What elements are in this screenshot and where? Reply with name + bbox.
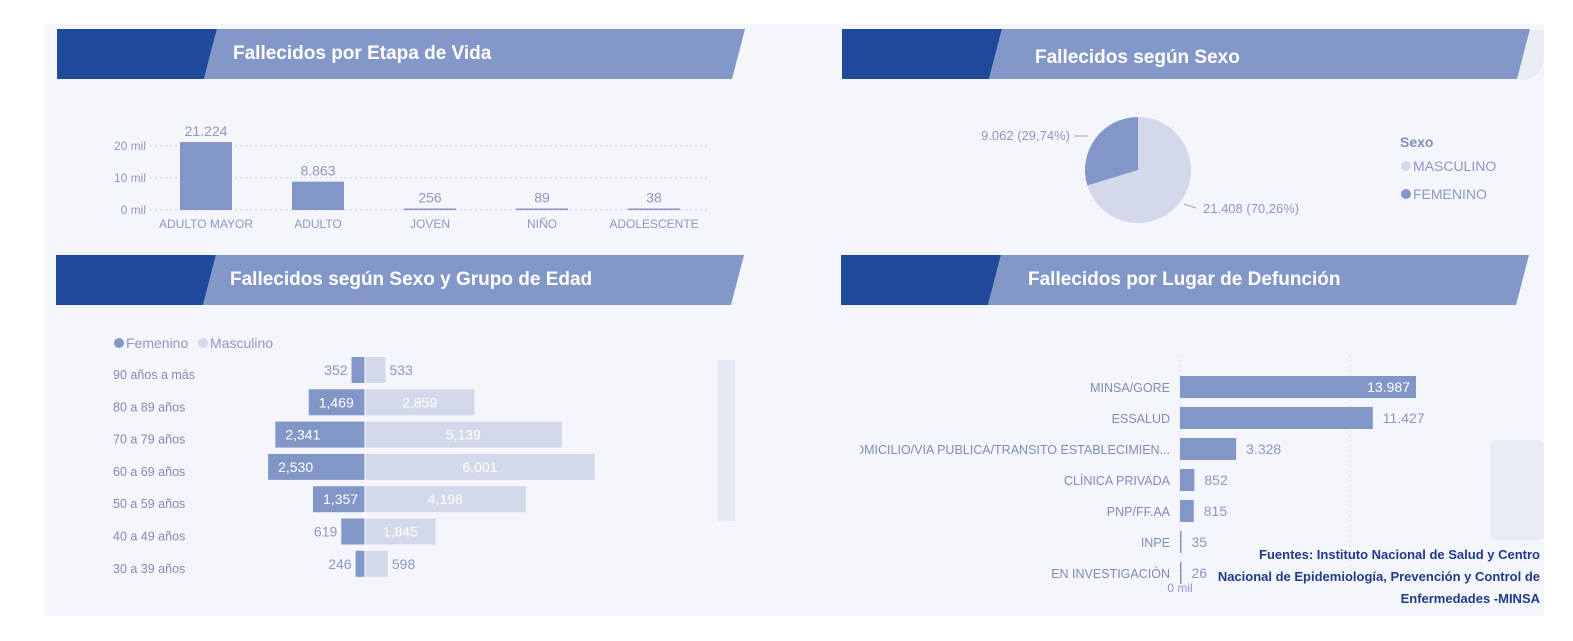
- y-category-label: 60 a 69 años: [113, 465, 185, 479]
- data-label-masculino: 598: [392, 556, 416, 572]
- y-category-label: 30 a 39 años: [113, 562, 185, 576]
- bar-femenino: [341, 518, 365, 545]
- legend-marker: [1401, 161, 1411, 171]
- y-category-label: DOMICILIO/VIA PUBLICA/TRANSITO ESTABLECI…: [860, 443, 1170, 457]
- data-label: 11.427: [1383, 410, 1425, 426]
- legend-label: MASCULINO: [1413, 158, 1496, 174]
- y-category-label: CLÍNICA PRIVADA: [1064, 473, 1171, 488]
- data-label: 256: [418, 190, 442, 206]
- data-label: 3.328: [1246, 441, 1281, 457]
- data-label-masculino: 533: [389, 362, 413, 378]
- bar-masculino: [365, 550, 388, 577]
- panel-title: Fallecidos por Lugar de Defunción: [1028, 269, 1341, 290]
- legend-title: Sexo: [1400, 134, 1433, 150]
- y-category-label: PNP/FF.AA: [1107, 505, 1171, 519]
- legend-label: Femenino: [126, 335, 188, 351]
- bar: [516, 208, 568, 210]
- y-category-label: ESSALUD: [1112, 412, 1170, 426]
- chart-etapa-de-vida: 0 mil 10 mil 20 mil 21.224 ADULTO MAYOR 8.863…: [114, 123, 710, 231]
- data-label-masculino: 2,859: [402, 394, 437, 410]
- legend-marker: [1401, 189, 1411, 199]
- data-label: 13.987: [1367, 379, 1410, 395]
- y-category-label: INPE: [1141, 536, 1170, 550]
- y-category-label: 40 a 49 años: [113, 530, 185, 544]
- x-tick-label: 0 mil: [1167, 581, 1192, 595]
- data-label: 815: [1204, 503, 1228, 519]
- bar: [180, 142, 232, 210]
- data-label: 38: [646, 190, 662, 206]
- legend-marker: [114, 338, 124, 348]
- data-label: 9.062 (29,74%): [981, 128, 1070, 143]
- bar-femenino: [351, 357, 365, 383]
- x-tick-label: ADULTO MAYOR: [159, 217, 253, 231]
- data-label: 21.408 (70,26%): [1203, 201, 1299, 216]
- y-category-label: MINSA/GORE: [1090, 381, 1170, 395]
- bar: [404, 208, 456, 210]
- data-label: 21.224: [185, 123, 228, 139]
- bar: [1180, 500, 1194, 522]
- bar-masculino: [365, 357, 386, 383]
- x-tick-label: ADULTO: [294, 217, 342, 231]
- panel-header-lugar: Fallecidos por Lugar de Defunción: [841, 255, 1531, 305]
- data-label-masculino: 5,139: [446, 427, 481, 443]
- x-tick-label: JOVEN: [410, 217, 450, 231]
- data-label: 8.863: [300, 163, 335, 179]
- bar: [1180, 407, 1373, 429]
- data-label-femenino: 2,530: [278, 459, 313, 475]
- bar: [628, 208, 680, 210]
- panel-header-etapa: Fallecidos por Etapa de Vida: [57, 29, 747, 79]
- x-tick-label: NIÑO: [527, 217, 557, 231]
- y-category-label: EN INVESTIGACIÓN: [1051, 566, 1170, 581]
- bar: [1180, 469, 1195, 491]
- y-tick-label: 0 mil: [121, 203, 146, 217]
- chart-sexo-grupo-edad: Femenino Masculino 90 años a más 352 533 80 a…: [113, 335, 735, 578]
- panel-title: Fallecidos por Etapa de Vida: [233, 43, 492, 64]
- x-tick-label: ADOLESCENTE: [609, 217, 698, 231]
- y-category-label: 50 a 59 años: [113, 497, 185, 511]
- data-label-femenino: 1,469: [319, 394, 354, 410]
- y-category-label: 70 a 79 años: [113, 433, 185, 447]
- legend-label: FEMENINO: [1413, 186, 1487, 202]
- panel-header-sexo: Fallecidos según Sexo: [842, 29, 1532, 79]
- legend-marker: [198, 338, 208, 348]
- bar: [1180, 438, 1237, 460]
- data-label-masculino: 4,198: [428, 491, 463, 507]
- y-tick-label: 10 mil: [114, 171, 146, 185]
- y-tick-label: 20 mil: [114, 139, 146, 153]
- data-label-masculino: 1,845: [383, 524, 418, 540]
- y-category-label: 80 a 89 años: [113, 400, 185, 414]
- source-note: Fuentes: Instituto Nacional de Salud y C…: [1217, 547, 1540, 606]
- data-label-femenino: 352: [324, 362, 348, 378]
- chart-sexo-pie: 9.062 (29,74%) 21.408 (70,26%) Sexo MASCULI…: [981, 117, 1496, 223]
- panel-header-sexo-edad: Fallecidos según Sexo y Grupo de Edad: [56, 255, 746, 305]
- data-label-femenino: 2,341: [285, 427, 320, 443]
- panel-title: Fallecidos según Sexo y Grupo de Edad: [230, 269, 593, 290]
- panel-title: Fallecidos según Sexo: [1035, 47, 1240, 68]
- leader-line: [1183, 203, 1197, 209]
- bar-femenino: [355, 550, 365, 577]
- data-label: 26: [1192, 565, 1208, 581]
- data-label-masculino: 6,001: [462, 459, 497, 475]
- bar: [292, 181, 344, 210]
- data-label-femenino: 1,357: [323, 491, 358, 507]
- decorative-shape: [1490, 440, 1544, 540]
- scrollbar: [718, 360, 735, 521]
- y-category-label: 90 años a más: [113, 368, 195, 382]
- bar: [1180, 531, 1182, 553]
- data-label-femenino: 619: [314, 524, 338, 540]
- data-label-femenino: 246: [328, 556, 352, 572]
- data-label: 852: [1204, 472, 1228, 488]
- legend-label: Masculino: [210, 335, 273, 351]
- data-label: 35: [1192, 534, 1208, 550]
- data-label: 89: [534, 190, 550, 206]
